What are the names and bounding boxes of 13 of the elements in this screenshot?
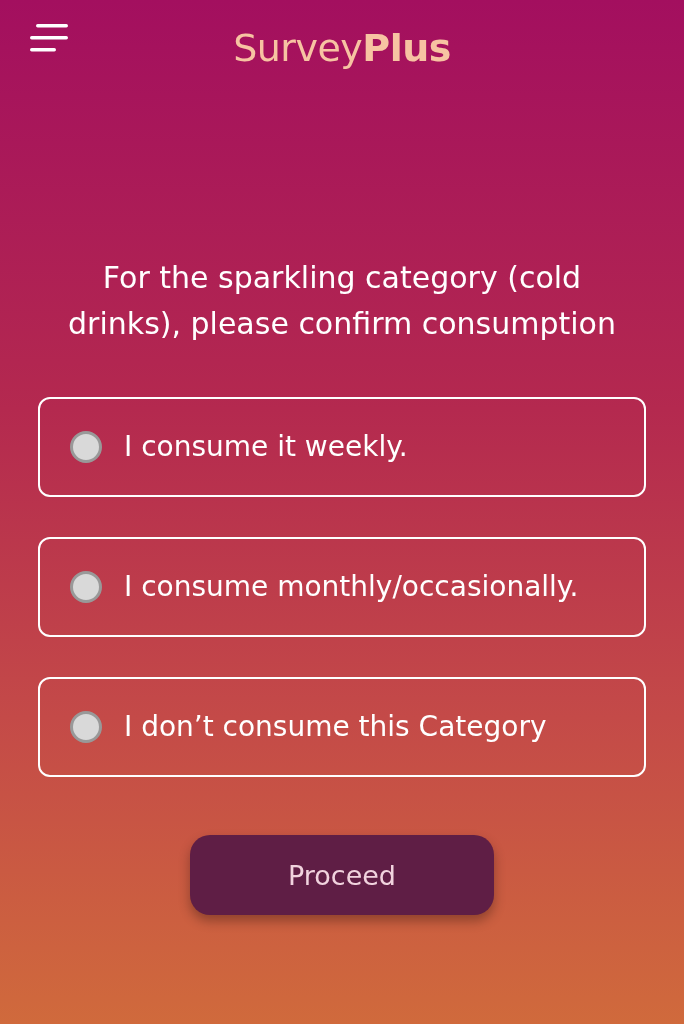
question-text: For the sparkling category (cold drinks), please confirm consumption xyxy=(67,259,617,343)
radio-button[interactable] xyxy=(70,431,102,463)
proceed-button[interactable]: Proceed xyxy=(190,835,494,915)
answer-option[interactable]: I consume it weekly. xyxy=(38,397,646,497)
app-logo-title: SurveyPlus xyxy=(233,26,451,70)
option-label: I don’t consume this Category xyxy=(124,709,547,745)
option-label: I consume monthly/occasionally. xyxy=(124,569,579,605)
radio-button[interactable] xyxy=(70,711,102,743)
answer-option[interactable]: I don’t consume this Category xyxy=(38,677,646,777)
radio-button[interactable] xyxy=(70,571,102,603)
menu-icon[interactable] xyxy=(30,24,68,54)
answer-option[interactable]: I consume monthly/occasionally. xyxy=(38,537,646,637)
option-label: I consume it weekly. xyxy=(124,429,408,465)
